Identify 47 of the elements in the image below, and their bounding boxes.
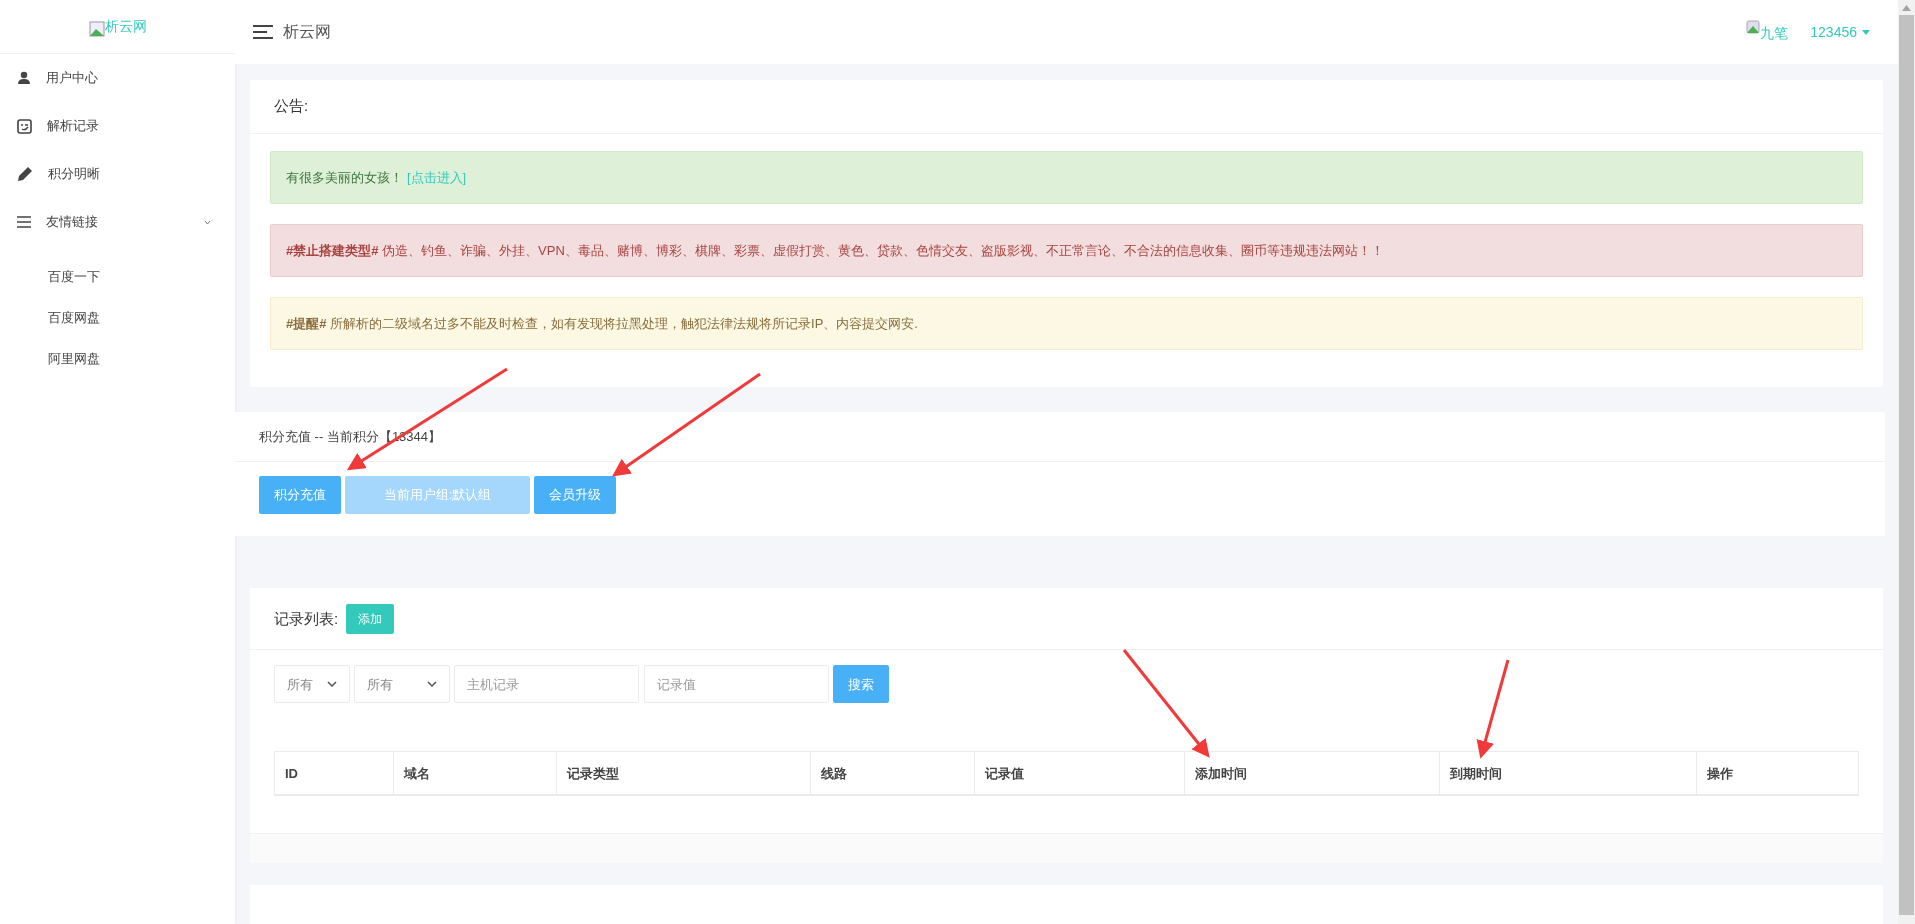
column-header: ID: [284, 764, 299, 783]
alert-text: #提醒# 所解析的二级域名过多不能及时检查，如有发现将拉黑处理，触犯法律法规将所记录IP、内容提交网安.: [286, 314, 918, 333]
chevron-icon: [327, 681, 337, 688]
sidebar-item[interactable]: 友情链接: [0, 198, 235, 246]
scrollbar[interactable]: [1898, 0, 1915, 924]
pen-icon: [17, 166, 33, 182]
add-button[interactable]: 添加: [346, 603, 395, 634]
menu-icon[interactable]: [253, 25, 273, 39]
host-record-field[interactable]: 主机记录: [454, 665, 639, 704]
sidebar-subitem[interactable]: 百度一下: [0, 256, 235, 297]
action-button[interactable]: 积分充值: [259, 475, 341, 514]
site-logo[interactable]: 析云网: [104, 16, 147, 37]
account-dropdown[interactable]: 123456: [1810, 22, 1870, 43]
sidebar-item[interactable]: 用户中心: [0, 54, 235, 102]
sidebar-item[interactable]: 积分明晰: [0, 150, 235, 198]
user-name: 九笔: [1760, 24, 1789, 43]
column-header: 域名: [393, 752, 556, 795]
sidebar-item[interactable]: 解析记录: [0, 102, 235, 150]
column-header: 添加时间: [1183, 752, 1440, 795]
alert-text: #禁止搭建类型# 伪造、钓鱼、诈骗、外挂、VPN、毒品、赌博、博彩、棋牌、彩票、虚假打赏、黄色、贷款、色情交友、盗版影视、不正常言论、不合法的信息收集、圈币等违规违法网站！！: [286, 241, 1384, 260]
column-header: 记录值: [973, 752, 1184, 795]
scroll-up-icon[interactable]: [1902, 5, 1911, 11]
avatar-icon[interactable]: [1746, 20, 1761, 34]
user-icon: [17, 71, 31, 85]
search-button[interactable]: 搜索: [833, 665, 889, 704]
column-header: 操作: [1695, 752, 1858, 795]
chevron-icon: [427, 681, 437, 688]
select-value: 所有: [287, 675, 313, 694]
type-select[interactable]: 所有: [274, 665, 350, 704]
broken-image-icon: [88, 21, 105, 37]
sidebar-subitem[interactable]: 阿里网盘: [0, 338, 235, 379]
caret-icon: [1862, 30, 1870, 35]
column-header: 记录类型: [555, 752, 810, 795]
alert-text: 有很多美丽的女孩！: [286, 168, 403, 187]
card-title: 公告:: [274, 96, 309, 117]
list-icon: [17, 216, 31, 228]
card-title: 记录列表:: [274, 608, 339, 629]
note-icon: [17, 118, 32, 134]
record-value-field[interactable]: 记录值: [644, 665, 829, 704]
chevron-icon: [204, 219, 211, 225]
action-button[interactable]: 会员升级: [534, 475, 616, 514]
column-header: 到期时间: [1439, 752, 1696, 795]
select-value: 所有: [367, 675, 393, 694]
column-header: 线路: [810, 752, 974, 795]
sidebar-subitem[interactable]: 百度网盘: [0, 297, 235, 338]
line-select[interactable]: 所有: [354, 665, 450, 704]
page-title: 析云网: [283, 22, 331, 42]
